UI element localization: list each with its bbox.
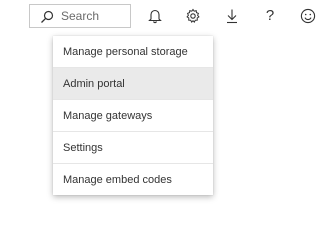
search-icon xyxy=(40,10,54,24)
menu-item-manage-gateways[interactable]: Manage gateways xyxy=(53,99,213,131)
help-glyph: ? xyxy=(265,7,275,24)
download-icon[interactable] xyxy=(223,7,241,25)
help-icon[interactable]: ? xyxy=(261,7,279,25)
menu-item-manage-embed-codes[interactable]: Manage embed codes xyxy=(53,163,213,195)
gear-icon[interactable] xyxy=(184,7,202,25)
bell-icon[interactable] xyxy=(146,7,164,25)
menu-item-admin-portal[interactable]: Admin portal xyxy=(53,67,213,99)
search-box[interactable]: Search xyxy=(29,4,131,28)
menu-item-manage-personal-storage[interactable]: Manage personal storage xyxy=(53,36,213,68)
settings-dropdown-menu: Manage personal storage Admin portal Man… xyxy=(53,36,213,195)
search-placeholder: Search xyxy=(61,9,100,23)
top-toolbar: Search ? xyxy=(0,0,327,36)
menu-item-settings[interactable]: Settings xyxy=(53,131,213,163)
smiley-icon[interactable] xyxy=(299,7,317,25)
